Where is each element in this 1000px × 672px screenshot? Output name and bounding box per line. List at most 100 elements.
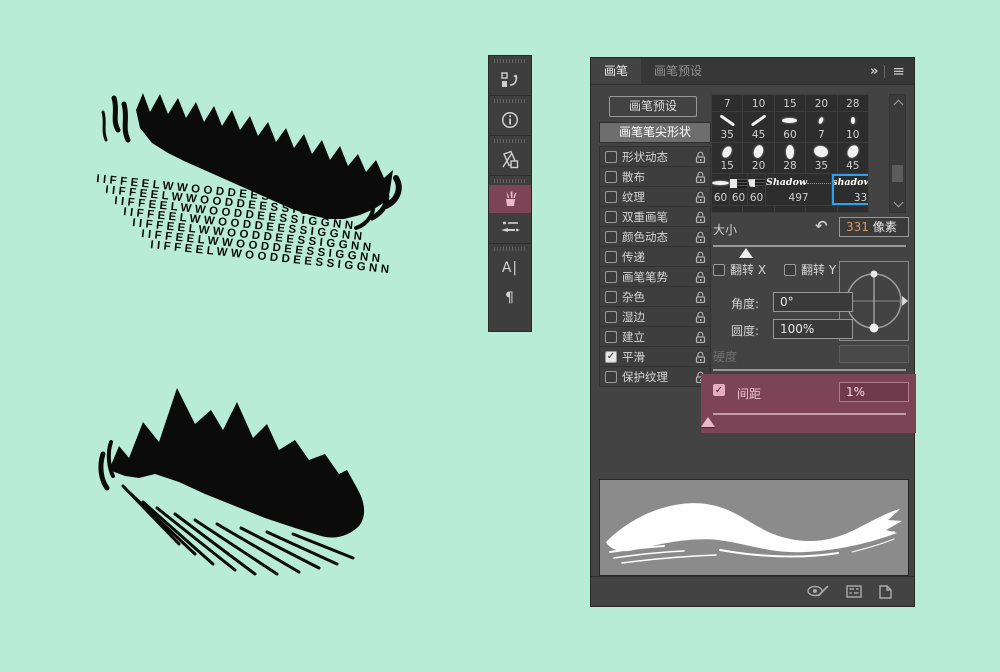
lock-icon[interactable] (695, 151, 706, 163)
drag-grip[interactable] (494, 99, 526, 103)
roundness-field[interactable]: 100% (773, 319, 853, 339)
brush-preset-cell[interactable]: 7 (712, 95, 742, 111)
option-checkbox[interactable] (605, 271, 617, 283)
brush-option-row[interactable]: ✓平滑 (600, 346, 710, 366)
brush-preset-cell[interactable]: Shadow497 (766, 174, 831, 205)
lock-icon[interactable] (695, 311, 706, 323)
lock-icon[interactable] (695, 211, 706, 223)
brush-preset-cell[interactable] (775, 206, 805, 213)
brush-option-row[interactable]: 颜色动态 (600, 226, 710, 246)
brush-preset-cell[interactable] (712, 206, 742, 213)
brush-preset-cell[interactable]: 15 (712, 143, 742, 173)
brush-preset-cell[interactable]: 20 (743, 143, 773, 173)
collapse-panel-icon[interactable]: » (870, 64, 877, 79)
option-checkbox[interactable] (605, 371, 617, 383)
brush-preset-cell[interactable]: 28 (775, 143, 805, 173)
option-checkbox[interactable] (605, 171, 617, 183)
drag-grip[interactable] (494, 247, 526, 251)
brush-preset-cell[interactable]: 60 (712, 174, 729, 205)
brush-tip-shape-item[interactable]: 画笔笔尖形状 (599, 122, 711, 143)
scrollbar-thumb[interactable] (892, 165, 903, 182)
flip-y-checkbox[interactable] (784, 264, 796, 276)
lock-icon[interactable] (695, 291, 706, 303)
brush-preset-cell[interactable]: 35 (712, 112, 742, 142)
size-field[interactable]: 331 像素 (839, 217, 909, 237)
option-checkbox[interactable] (605, 211, 617, 223)
spacing-field[interactable]: 1% (839, 382, 909, 402)
size-slider-track[interactable] (713, 245, 906, 247)
dock-button-clone-source[interactable] (489, 145, 531, 175)
brush-preset-cell[interactable]: 15 (775, 95, 805, 111)
brush-option-row[interactable]: 保护纹理 (600, 366, 710, 386)
drag-grip[interactable] (494, 139, 526, 143)
lock-icon[interactable] (695, 351, 706, 363)
dock-button-character[interactable]: A| (489, 253, 531, 283)
lock-icon[interactable] (695, 171, 706, 183)
preview-toggle-eye-icon[interactable] (806, 584, 830, 599)
lock-icon[interactable] (695, 271, 706, 283)
scroll-down-icon[interactable] (894, 200, 902, 208)
size-slider-thumb[interactable] (739, 248, 753, 258)
dock-button-history[interactable] (489, 65, 531, 95)
brush-preset-cell[interactable]: 20 (806, 95, 836, 111)
lock-icon[interactable] (695, 251, 706, 263)
option-checkbox[interactable] (605, 331, 617, 343)
tab-画笔预设[interactable]: 画笔预设 (641, 58, 715, 84)
brush-preset-cell[interactable] (838, 206, 868, 213)
dock-button-paragraph[interactable]: ¶ (489, 283, 531, 313)
dock-button-brush-presets[interactable] (489, 213, 531, 243)
brush-preset-cell[interactable]: 60 (775, 112, 805, 142)
brush-option-row[interactable]: 形状动态 (600, 146, 710, 166)
paragraph-panel-icon: ¶ (505, 290, 515, 306)
brush-option-row[interactable]: 纹理 (600, 186, 710, 206)
panel-menu-icon[interactable]: ≡ (892, 62, 905, 80)
brush-preset-cell[interactable]: 45 (743, 112, 773, 142)
brush-option-row[interactable]: 建立 (600, 326, 710, 346)
grid-scrollbar[interactable] (889, 94, 906, 213)
brush-presets-button[interactable]: 画笔预设 (609, 96, 697, 117)
spacing-slider-track[interactable] (713, 413, 906, 415)
spacing-checkbox[interactable]: ✓ (713, 384, 725, 396)
brush-preset-cell-selected[interactable]: shadow331 (832, 174, 869, 205)
brush-preset-cell[interactable]: 35 (806, 143, 836, 173)
new-brush-icon[interactable] (878, 585, 892, 599)
dock-button-info[interactable] (489, 105, 531, 135)
brush-option-row[interactable]: 双重画笔 (600, 206, 710, 226)
brush-preset-cell[interactable] (743, 206, 773, 213)
brush-preset-cell[interactable]: 10 (743, 95, 773, 111)
brush-option-row[interactable]: 杂色 (600, 286, 710, 306)
option-checkbox[interactable] (605, 251, 617, 263)
open-presets-icon[interactable] (846, 585, 862, 598)
drag-grip[interactable] (494, 59, 526, 63)
option-checkbox[interactable] (605, 231, 617, 243)
brush-preset-cell[interactable]: 7 (806, 112, 836, 142)
tab-画笔[interactable]: 画笔 (591, 58, 641, 84)
option-label: 散布 (622, 169, 690, 185)
lock-icon[interactable] (695, 331, 706, 343)
lock-icon[interactable] (695, 191, 706, 203)
brush-preset-cell[interactable]: 45 (838, 143, 868, 173)
scroll-up-icon[interactable] (894, 99, 902, 107)
brush-option-row[interactable]: 画笔笔势 (600, 266, 710, 286)
reset-size-icon[interactable]: ↷ (815, 217, 828, 235)
lock-icon[interactable] (695, 231, 706, 243)
brush-preset-cell[interactable]: 28 (838, 95, 868, 111)
drag-grip[interactable] (494, 179, 526, 183)
spacing-slider-thumb[interactable] (701, 417, 715, 427)
brush-option-row[interactable]: 散布 (600, 166, 710, 186)
brush-preset-cell[interactable]: 60 (730, 174, 747, 205)
brush-preset-cell[interactable] (806, 206, 836, 213)
option-checkbox[interactable]: ✓ (605, 351, 617, 363)
brush-preset-cell[interactable]: 10 (838, 112, 868, 142)
option-checkbox[interactable] (605, 191, 617, 203)
brush-option-row[interactable]: 湿边 (600, 306, 710, 326)
option-checkbox[interactable] (605, 291, 617, 303)
option-checkbox[interactable] (605, 311, 617, 323)
angle-field[interactable]: 0° (773, 292, 853, 312)
dock-button-brush[interactable] (489, 185, 531, 213)
option-checkbox[interactable] (605, 151, 617, 163)
option-label: 颜色动态 (622, 229, 690, 245)
brush-option-row[interactable]: 传递 (600, 246, 710, 266)
brush-preset-cell[interactable]: 60 (748, 174, 765, 205)
flip-x-checkbox[interactable] (713, 264, 725, 276)
